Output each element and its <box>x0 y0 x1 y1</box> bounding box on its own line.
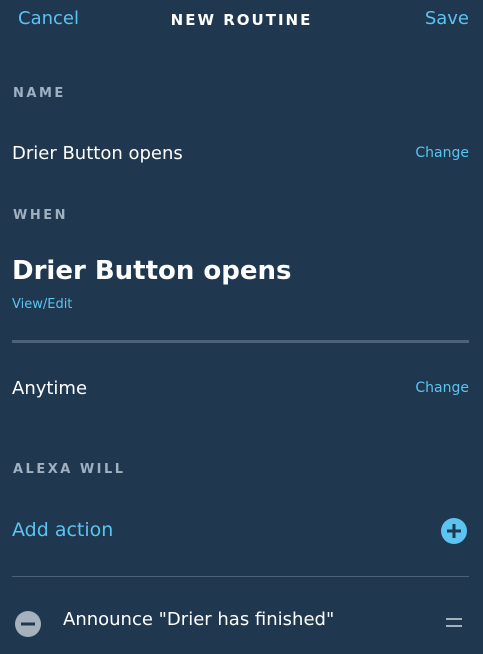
divider <box>12 576 469 577</box>
alexa-will-section-label: ALEXA WILL <box>13 462 126 477</box>
divider <box>12 340 469 343</box>
drag-handle-icon[interactable] <box>446 618 462 630</box>
save-button[interactable]: Save <box>425 8 469 29</box>
plus-circle-icon[interactable] <box>441 518 467 544</box>
trigger-title: Drier Button opens <box>12 256 292 286</box>
schedule-value: Anytime <box>12 378 88 399</box>
change-name-link[interactable]: Change <box>415 145 469 161</box>
name-section-label: NAME <box>13 86 66 101</box>
minus-circle-icon[interactable] <box>15 611 41 637</box>
when-section-label: WHEN <box>13 208 68 223</box>
view-edit-link[interactable]: View/Edit <box>12 297 72 312</box>
action-item-label: Announce "Drier has finished" <box>63 609 335 630</box>
routine-name-value: Drier Button opens <box>12 143 183 164</box>
change-schedule-link[interactable]: Change <box>415 380 469 396</box>
page-title: NEW ROUTINE <box>170 11 313 29</box>
add-action-button[interactable]: Add action <box>12 519 113 541</box>
